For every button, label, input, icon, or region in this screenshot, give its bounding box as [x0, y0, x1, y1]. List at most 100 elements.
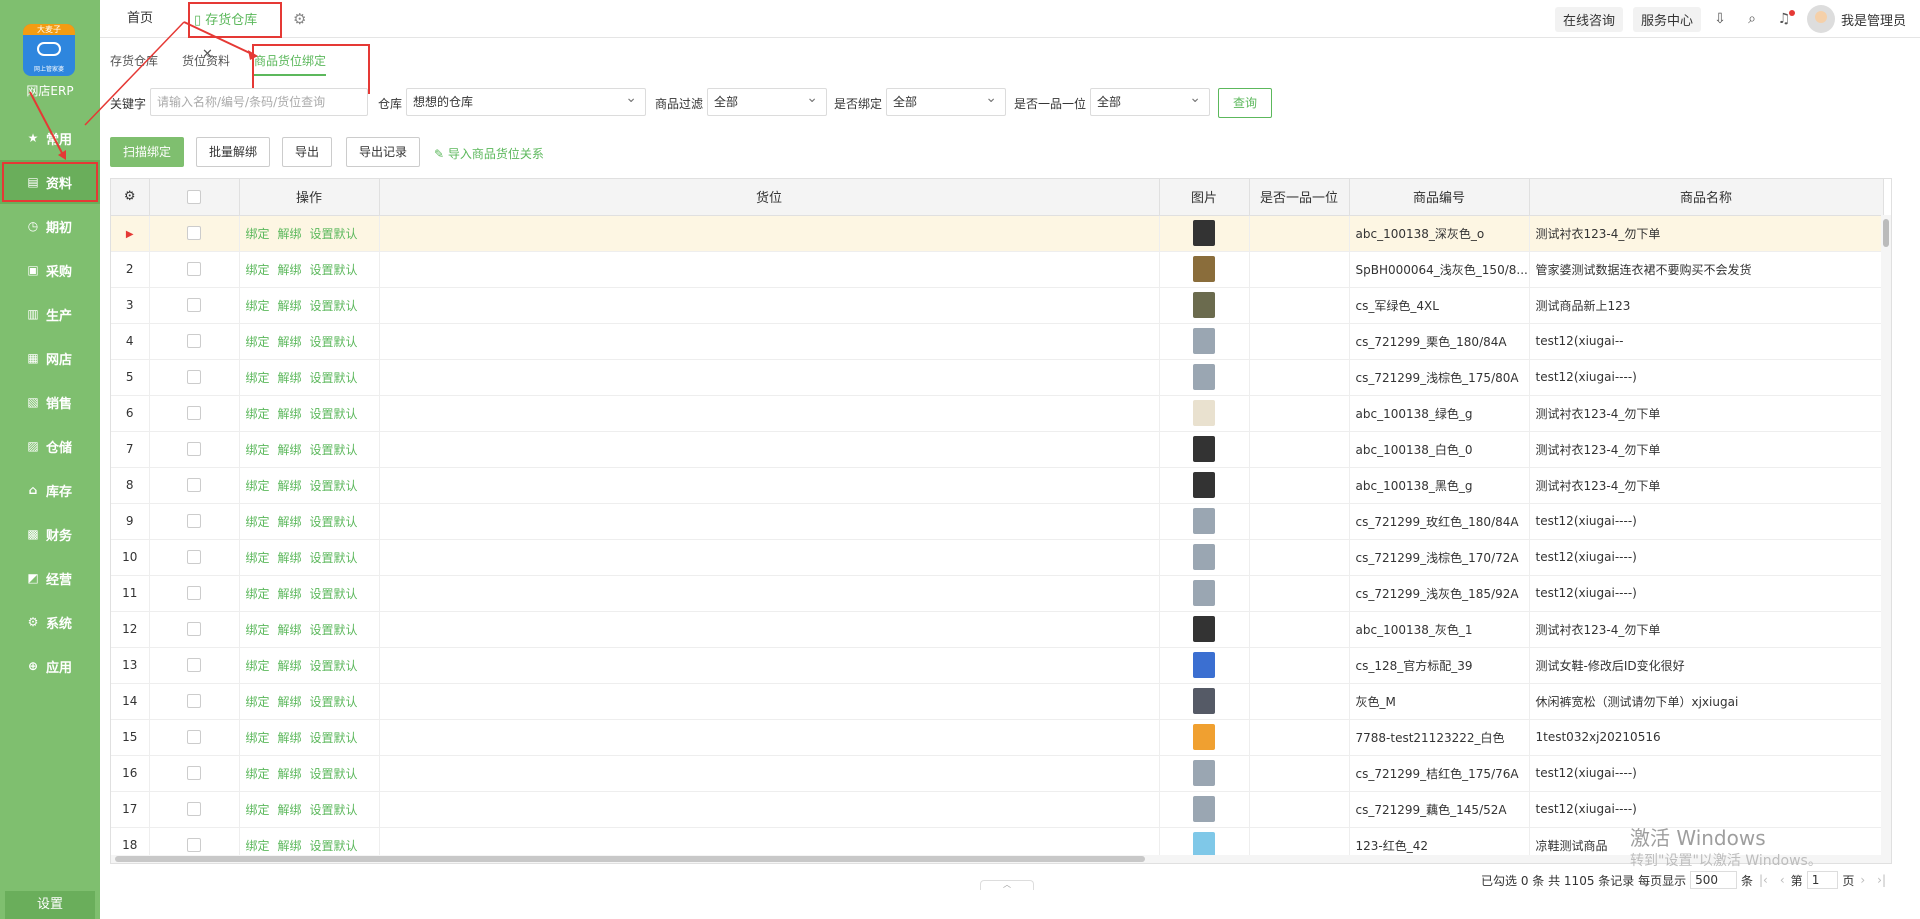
collapse-handle[interactable]: ︿ [980, 880, 1034, 890]
sidebar-item-8[interactable]: ⌂ 库存 [0, 468, 100, 512]
sidebar-item-0[interactable]: ★ 常用 [0, 116, 100, 160]
bind-link[interactable]: 绑定 [246, 659, 270, 673]
sidebar-item-10[interactable]: ◩ 经营 [0, 556, 100, 600]
bind-link[interactable]: 绑定 [246, 731, 270, 745]
table-row[interactable]: 11 绑定 解绑 设置默认 cs_721299_浅灰色_185/92A test12(xi… [111, 575, 1884, 612]
location-cell[interactable] [379, 755, 1160, 792]
bind-link[interactable]: 绑定 [246, 443, 270, 457]
set-default-link[interactable]: 设置默认 [310, 731, 358, 745]
set-default-link[interactable]: 设置默认 [310, 551, 358, 565]
bind-link[interactable]: 绑定 [246, 767, 270, 781]
table-row[interactable]: 2 绑定 解绑 设置默认 SpBH000064_浅灰色_150/8... 管家婆测试数据连… [111, 251, 1884, 288]
product-filter-select[interactable]: 全部 [707, 85, 827, 116]
table-row[interactable]: 16 绑定 解绑 设置默认 cs_721299_桔红色_175/76A test12(xi… [111, 755, 1884, 792]
bell-icon[interactable]: ♫ [1775, 10, 1795, 28]
online-consult-button[interactable]: 在线咨询 [1554, 6, 1623, 32]
location-cell[interactable] [379, 431, 1160, 468]
row-checkbox[interactable] [149, 251, 240, 288]
header-product-code[interactable]: 商品编号 [1349, 179, 1530, 216]
table-row[interactable]: 14 绑定 解绑 设置默认 灰色_M 休闲裤宽松（测试请勿下单）xjxiugai [111, 683, 1884, 720]
bind-link[interactable]: 绑定 [246, 551, 270, 565]
sidebar-item-11[interactable]: ⚙ 系统 [0, 600, 100, 644]
unbind-link[interactable]: 解绑 [278, 443, 302, 457]
unbind-link[interactable]: 解绑 [278, 299, 302, 313]
sidebar-item-3[interactable]: ▣ 采购 [0, 248, 100, 292]
service-center-button[interactable]: 服务中心 [1632, 6, 1701, 32]
sidebar-item-7[interactable]: ▨ 仓储 [0, 424, 100, 468]
tab-settings-icon[interactable]: ⚙ [293, 0, 306, 38]
row-checkbox[interactable] [149, 503, 240, 540]
unbind-link[interactable]: 解绑 [278, 695, 302, 709]
scan-bind-button[interactable]: 扫描绑定 [110, 137, 185, 167]
row-checkbox[interactable] [149, 791, 240, 828]
row-checkbox[interactable] [149, 647, 240, 684]
table-row[interactable]: 10 绑定 解绑 设置默认 cs_721299_浅棕色_170/72A test12(xi… [111, 539, 1884, 576]
row-checkbox[interactable] [149, 431, 240, 468]
location-cell[interactable] [379, 503, 1160, 540]
set-default-link[interactable]: 设置默认 [310, 263, 358, 277]
row-checkbox[interactable] [149, 575, 240, 612]
row-checkbox[interactable] [149, 719, 240, 756]
table-row[interactable]: 9 绑定 解绑 设置默认 cs_721299_玫红色_180/84A test12(xiu… [111, 503, 1884, 540]
row-checkbox[interactable] [149, 395, 240, 432]
table-row[interactable]: 8 绑定 解绑 设置默认 abc_100138_黑色_g 测试衬衣123-4_勿下单 [111, 467, 1884, 504]
set-default-link[interactable]: 设置默认 [310, 479, 358, 493]
location-cell[interactable] [379, 395, 1160, 432]
bind-link[interactable]: 绑定 [246, 407, 270, 421]
sidebar-item-6[interactable]: ▧ 销售 [0, 380, 100, 424]
table-row[interactable]: 3 绑定 解绑 设置默认 cs_军绿色_4XL 测试商品新上123 [111, 287, 1884, 324]
location-cell[interactable] [379, 575, 1160, 612]
keyword-input[interactable]: 请输入名称/编号/条码/货位查询 [150, 88, 368, 116]
last-page-icon[interactable]: ›| [1877, 873, 1886, 887]
table-row[interactable]: 5 绑定 解绑 设置默认 cs_721299_浅棕色_175/80A test12(xiu… [111, 359, 1884, 396]
set-default-link[interactable]: 设置默认 [310, 803, 358, 817]
subtab-location-data[interactable]: 货位资料 [182, 52, 230, 69]
bind-link[interactable]: 绑定 [246, 479, 270, 493]
sidebar-item-4[interactable]: ▥ 生产 [0, 292, 100, 336]
row-checkbox[interactable] [149, 539, 240, 576]
location-cell[interactable] [379, 791, 1160, 828]
set-default-link[interactable]: 设置默认 [310, 587, 358, 601]
sidebar-item-2[interactable]: ◷ 期初 [0, 204, 100, 248]
location-cell[interactable] [379, 287, 1160, 324]
set-default-link[interactable]: 设置默认 [310, 623, 358, 637]
unbind-link[interactable]: 解绑 [278, 263, 302, 277]
location-cell[interactable] [379, 539, 1160, 576]
location-cell[interactable] [379, 611, 1160, 648]
set-default-link[interactable]: 设置默认 [310, 659, 358, 673]
table-row[interactable]: 17 绑定 解绑 设置默认 cs_721299_藕色_145/52A test12(xiu… [111, 791, 1884, 828]
import-link[interactable]: ✎ 导入商品货位关系 [434, 145, 544, 162]
horizontal-scrollbar[interactable] [111, 855, 1891, 863]
unbind-link[interactable]: 解绑 [278, 803, 302, 817]
bind-link[interactable]: 绑定 [246, 299, 270, 313]
location-cell[interactable] [379, 719, 1160, 756]
set-default-link[interactable]: 设置默认 [310, 299, 358, 313]
row-checkbox[interactable] [149, 323, 240, 360]
set-default-link[interactable]: 设置默认 [310, 371, 358, 385]
column-settings-icon[interactable]: ⚙ [111, 179, 150, 216]
table-row[interactable]: 13 绑定 解绑 设置默认 cs_128_官方标配_39 测试女鞋-修改后ID变化很好 [111, 647, 1884, 684]
set-default-link[interactable]: 设置默认 [310, 407, 358, 421]
sidebar-item-1[interactable]: ▤ 资料 [0, 160, 100, 204]
location-cell[interactable] [379, 467, 1160, 504]
search-icon[interactable]: ⌕ [1743, 10, 1761, 28]
bind-link[interactable]: 绑定 [246, 515, 270, 529]
row-checkbox[interactable] [149, 215, 240, 252]
subtab-inventory-warehouse[interactable]: 存货仓库 [110, 52, 158, 69]
sidebar-item-9[interactable]: ▩ 财务 [0, 512, 100, 556]
sidebar-item-12[interactable]: ⊕ 应用 [0, 644, 100, 688]
one-item-select[interactable]: 全部 [1090, 85, 1210, 116]
tab-home[interactable]: 首页 [127, 0, 153, 38]
set-default-link[interactable]: 设置默认 [310, 515, 358, 529]
location-cell[interactable] [379, 683, 1160, 720]
bind-link[interactable]: 绑定 [246, 695, 270, 709]
next-page-icon[interactable]: › [1860, 873, 1865, 887]
table-row[interactable]: 12 绑定 解绑 设置默认 abc_100138_灰色_1 测试衬衣123-4_勿下单 [111, 611, 1884, 648]
unbind-link[interactable]: 解绑 [278, 479, 302, 493]
warehouse-select[interactable]: 想想的仓库 [406, 85, 646, 116]
set-default-link[interactable]: 设置默认 [310, 335, 358, 349]
app-logo[interactable]: 大麦子 网上管家婆 [23, 24, 75, 76]
export-button[interactable]: 导出 [282, 137, 333, 167]
table-row[interactable]: 6 绑定 解绑 设置默认 abc_100138_绿色_g 测试衬衣123-4_勿下单 [111, 395, 1884, 432]
unbind-link[interactable]: 解绑 [278, 659, 302, 673]
